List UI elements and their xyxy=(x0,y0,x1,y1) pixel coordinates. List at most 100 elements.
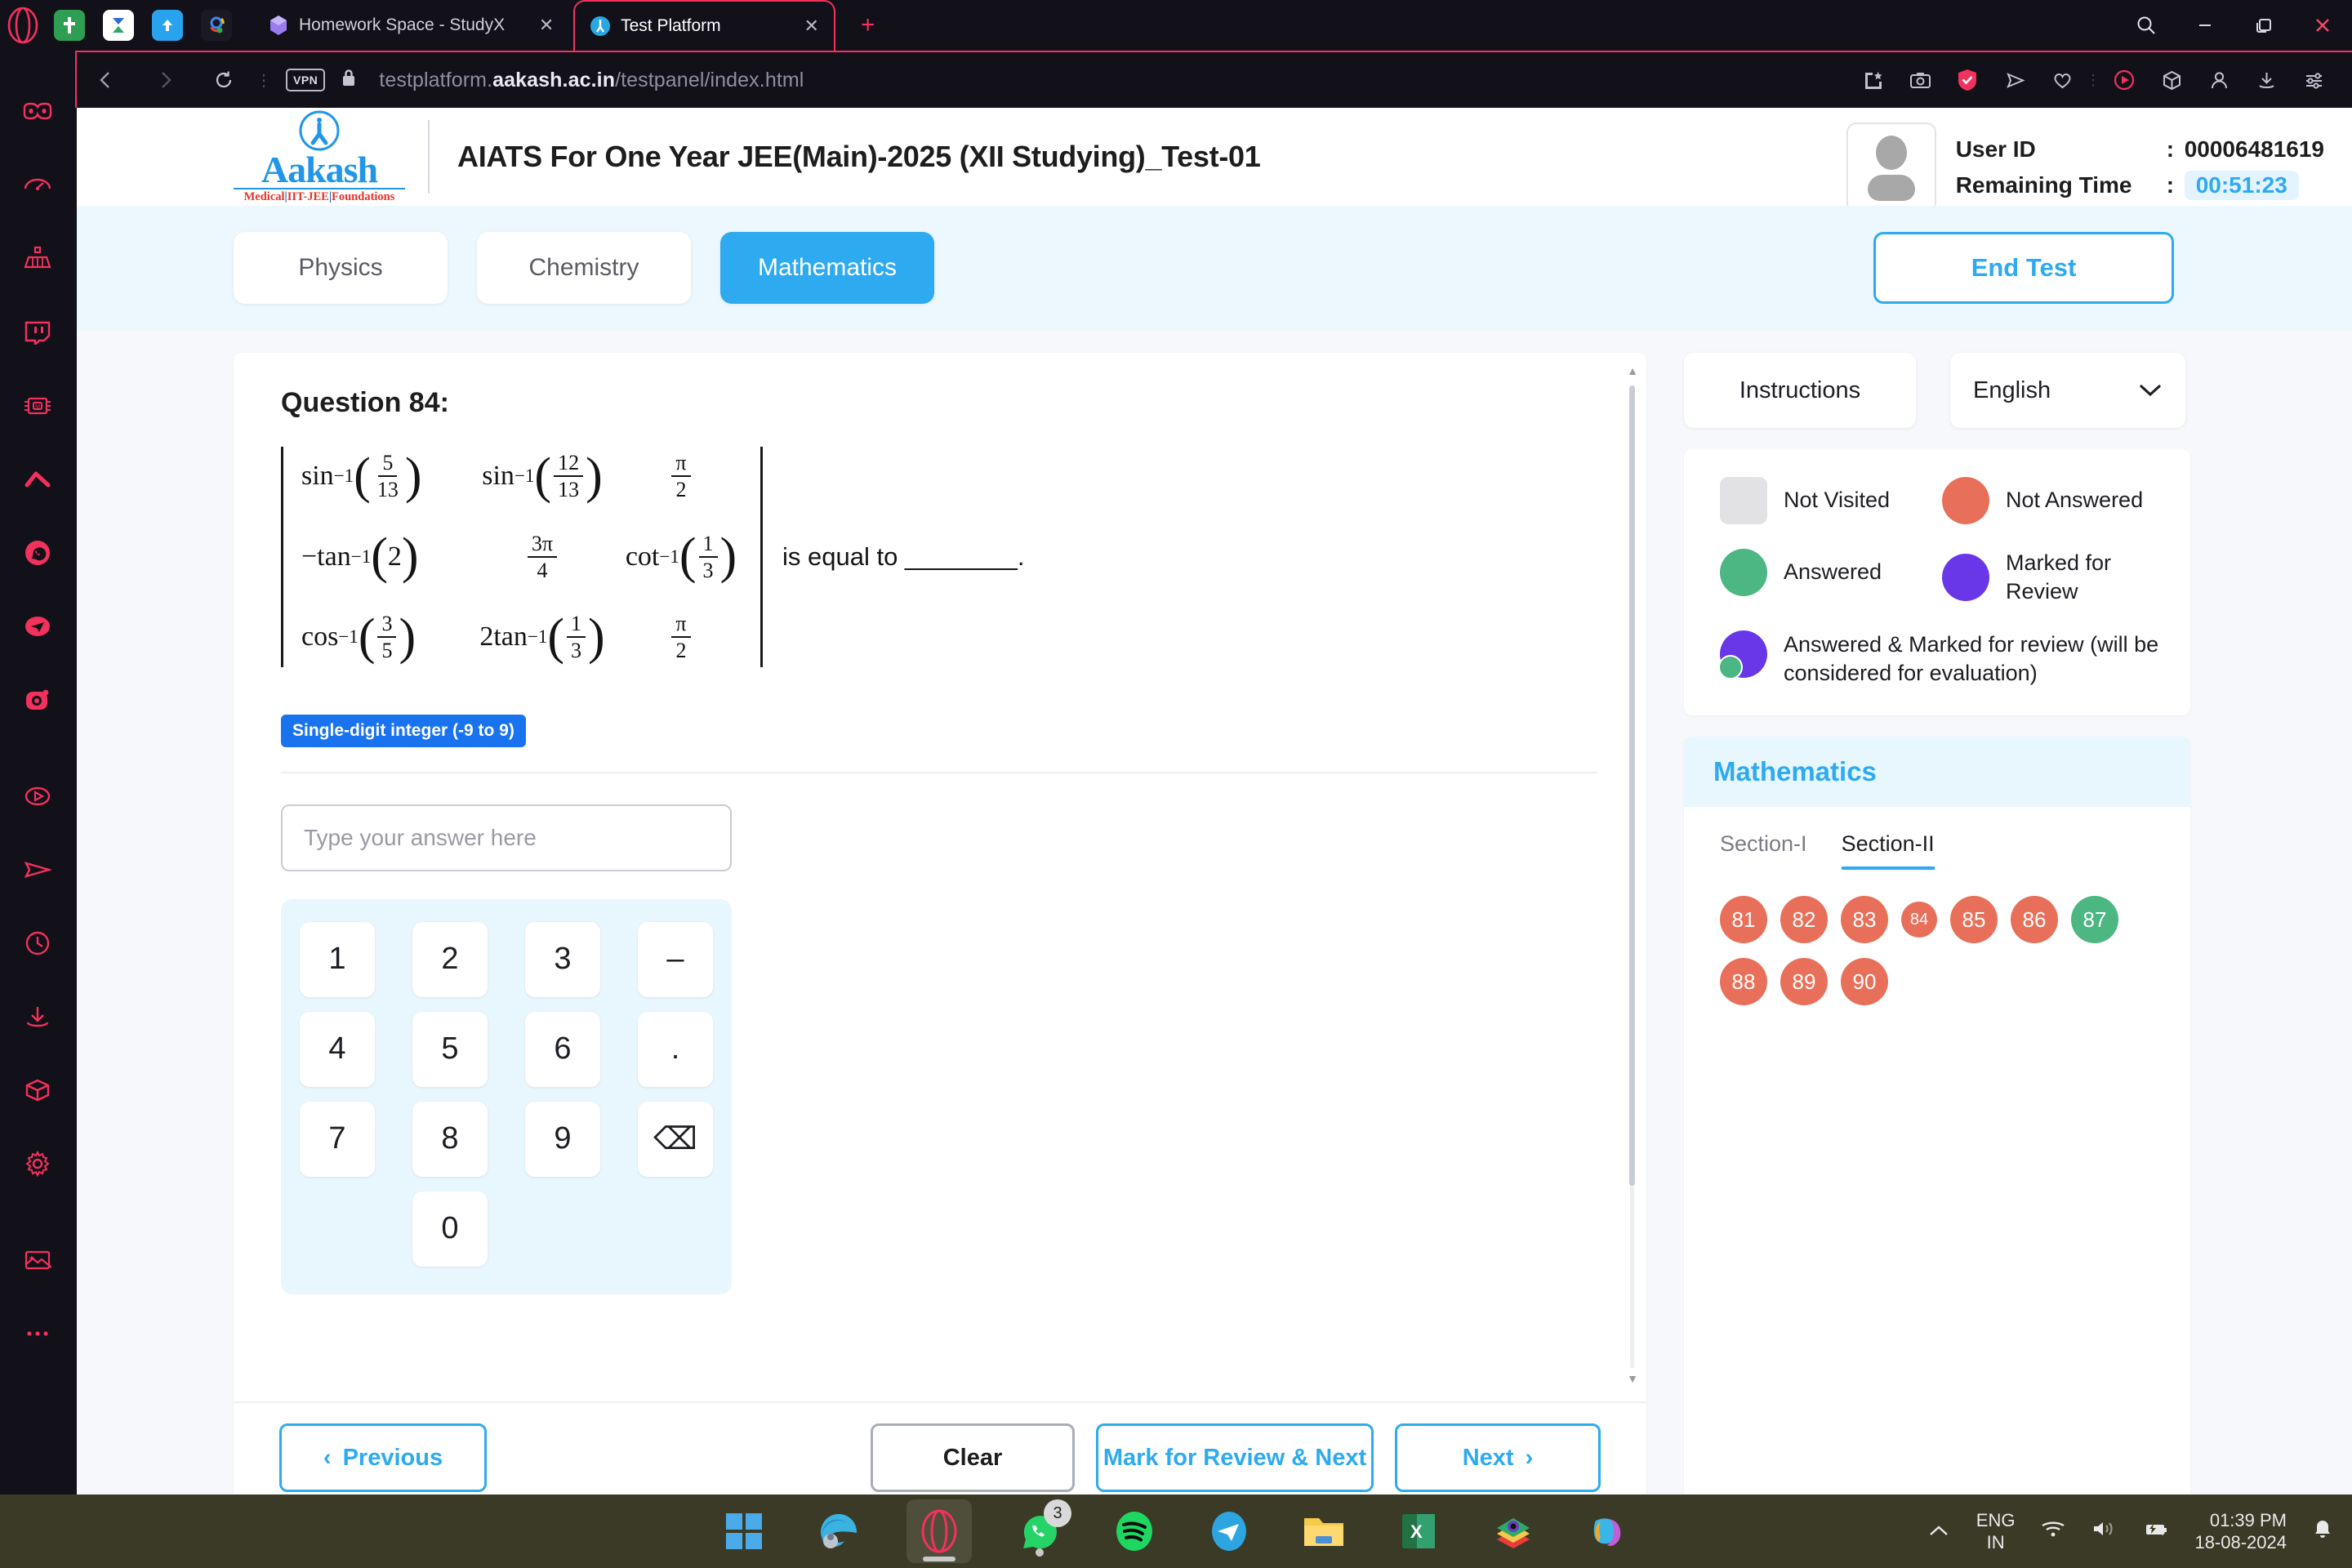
vpn-mask-icon[interactable] xyxy=(0,75,75,149)
tab-chemistry[interactable]: Chemistry xyxy=(477,232,691,304)
palette-question-90[interactable]: 90 xyxy=(1841,958,1888,1006)
heart-icon[interactable] xyxy=(2038,51,2086,109)
key-7[interactable]: 7 xyxy=(300,1101,375,1177)
language-select[interactable]: English xyxy=(1950,353,2185,428)
key-0[interactable]: 0 xyxy=(412,1191,488,1267)
page-menu-icon[interactable]: ⋮ xyxy=(253,70,274,91)
twitch-icon[interactable] xyxy=(0,296,75,369)
tab-mathematics[interactable]: Mathematics xyxy=(720,232,934,304)
pinned-tab-bible-icon[interactable] xyxy=(54,10,85,41)
key-6[interactable]: 6 xyxy=(525,1011,600,1087)
answer-input[interactable]: Type your answer here xyxy=(281,804,732,871)
key-1[interactable]: 1 xyxy=(300,921,375,997)
key-3[interactable]: 3 xyxy=(525,921,600,997)
tray-language[interactable]: ENG IN xyxy=(1976,1509,2016,1554)
taskbar-spotify-icon[interactable] xyxy=(1107,1504,1161,1558)
history-clock-icon[interactable] xyxy=(0,906,75,980)
reload-button[interactable] xyxy=(194,51,253,109)
palette-question-86[interactable]: 86 xyxy=(2011,896,2058,944)
instructions-button[interactable]: Instructions xyxy=(1684,353,1916,428)
url-text[interactable]: testplatform.aakash.ac.in/testpanel/inde… xyxy=(379,69,804,92)
scroll-down-icon[interactable]: ▼ xyxy=(1627,1372,1638,1390)
taskbar-whatsapp-icon[interactable]: 3 xyxy=(1013,1499,1071,1558)
palette-question-88[interactable]: 88 xyxy=(1720,958,1767,1006)
tab-section-1[interactable]: Section-I xyxy=(1720,831,1807,870)
download-icon[interactable] xyxy=(2243,51,2290,109)
key-minus[interactable]: – xyxy=(638,921,713,997)
volume-icon[interactable] xyxy=(2091,1519,2116,1544)
taskbar-edge-icon[interactable] xyxy=(812,1504,866,1558)
pinned-tab-hourglass-icon[interactable] xyxy=(103,10,134,41)
key-4[interactable]: 4 xyxy=(300,1011,375,1087)
shield-icon[interactable] xyxy=(1944,51,1991,109)
palette-question-81[interactable]: 81 xyxy=(1720,896,1767,944)
maximize-button[interactable] xyxy=(2234,0,2293,51)
gallery-sparkle-icon[interactable] xyxy=(0,1223,75,1297)
minimize-button[interactable] xyxy=(2176,0,2234,51)
previous-button[interactable]: ‹ Previous xyxy=(279,1423,487,1492)
telegram-sidebar-icon[interactable] xyxy=(0,590,75,663)
search-icon[interactable] xyxy=(2117,0,2176,51)
mark-for-review-next-button[interactable]: Mark for Review & Next xyxy=(1096,1423,1374,1492)
palette-question-87[interactable]: 87 xyxy=(2071,896,2118,944)
opera-logo-icon[interactable] xyxy=(0,0,46,51)
messenger-chip-icon[interactable]: M xyxy=(0,369,75,443)
key-2[interactable]: 2 xyxy=(412,921,488,997)
taskbar-file-explorer-icon[interactable] xyxy=(1297,1504,1351,1558)
tray-clock[interactable]: 01:39 PM 18-08-2024 xyxy=(2194,1509,2287,1554)
end-test-button[interactable]: End Test xyxy=(1873,232,2174,304)
clear-button[interactable]: Clear xyxy=(871,1423,1075,1492)
cube-icon[interactable] xyxy=(2148,51,2195,109)
next-button[interactable]: Next › xyxy=(1395,1423,1601,1492)
key-9[interactable]: 9 xyxy=(525,1101,600,1177)
taskbar-telegram-icon[interactable] xyxy=(1202,1504,1256,1558)
forward-button[interactable] xyxy=(136,51,194,109)
key-5[interactable]: 5 xyxy=(412,1011,488,1087)
key-dot[interactable]: . xyxy=(638,1011,713,1087)
battery-icon[interactable] xyxy=(2142,1519,2168,1544)
palette-question-83[interactable]: 83 xyxy=(1841,896,1888,944)
tab-section-2[interactable]: Section-II xyxy=(1841,831,1935,871)
back-button[interactable] xyxy=(77,51,136,109)
palette-question-82[interactable]: 82 xyxy=(1780,896,1828,944)
notification-bell-icon[interactable] xyxy=(2313,1518,2332,1545)
vpn-badge[interactable]: VPN xyxy=(286,69,326,91)
player-icon[interactable] xyxy=(2100,51,2148,109)
browser-tab-test-platform[interactable]: Test Platform ✕ xyxy=(573,0,835,51)
tab-physics[interactable]: Physics xyxy=(234,232,448,304)
close-icon[interactable]: ✕ xyxy=(536,15,557,36)
key-backspace-icon[interactable]: ⌫ xyxy=(638,1101,713,1177)
scroll-up-icon[interactable]: ▲ xyxy=(1627,364,1638,382)
more-options-icon[interactable] xyxy=(0,1297,75,1370)
palette-question-85[interactable]: 85 xyxy=(1950,896,1998,944)
window-close-button[interactable] xyxy=(2293,0,2352,51)
key-8[interactable]: 8 xyxy=(412,1101,488,1177)
aliexpress-icon[interactable] xyxy=(0,443,75,516)
new-tab-button[interactable]: + xyxy=(853,13,883,38)
cleaner-broom-icon[interactable] xyxy=(0,222,75,296)
instagram-sidebar-icon[interactable] xyxy=(0,663,75,737)
easy-setup-icon[interactable] xyxy=(2290,51,2337,109)
palette-question-89[interactable]: 89 xyxy=(1780,958,1828,1006)
tray-chevron-up-icon[interactable] xyxy=(1927,1519,1950,1544)
scrollbar-thumb[interactable] xyxy=(1629,385,1635,1186)
speed-gauge-icon[interactable] xyxy=(0,149,75,222)
taskbar-start-icon[interactable] xyxy=(717,1504,771,1558)
palette-question-84-current[interactable]: 84 xyxy=(1901,902,1937,938)
wifi-icon[interactable] xyxy=(2041,1519,2065,1544)
lock-icon[interactable] xyxy=(340,67,358,94)
send-sidebar-icon[interactable] xyxy=(0,833,75,906)
settings-gear-icon[interactable] xyxy=(0,1127,75,1200)
taskbar-opera-icon[interactable] xyxy=(906,1499,972,1563)
downloads-sidebar-icon[interactable] xyxy=(0,980,75,1054)
close-icon[interactable]: ✕ xyxy=(801,16,822,37)
extensions-cube-icon[interactable] xyxy=(0,1054,75,1127)
question-scrollbar[interactable]: ▲ ▼ xyxy=(1627,364,1638,1390)
video-player-icon[interactable] xyxy=(0,760,75,833)
camera-icon[interactable] xyxy=(1896,51,1944,109)
snapshot-icon[interactable] xyxy=(1849,51,1896,109)
taskbar-copilot-icon[interactable] xyxy=(1581,1504,1635,1558)
taskbar-excel-icon[interactable]: X xyxy=(1392,1504,1446,1558)
browser-tab-homework-space[interactable]: Homework Space - StudyX ✕ xyxy=(253,0,568,51)
pinned-tab-gemini-icon[interactable] xyxy=(201,10,232,41)
